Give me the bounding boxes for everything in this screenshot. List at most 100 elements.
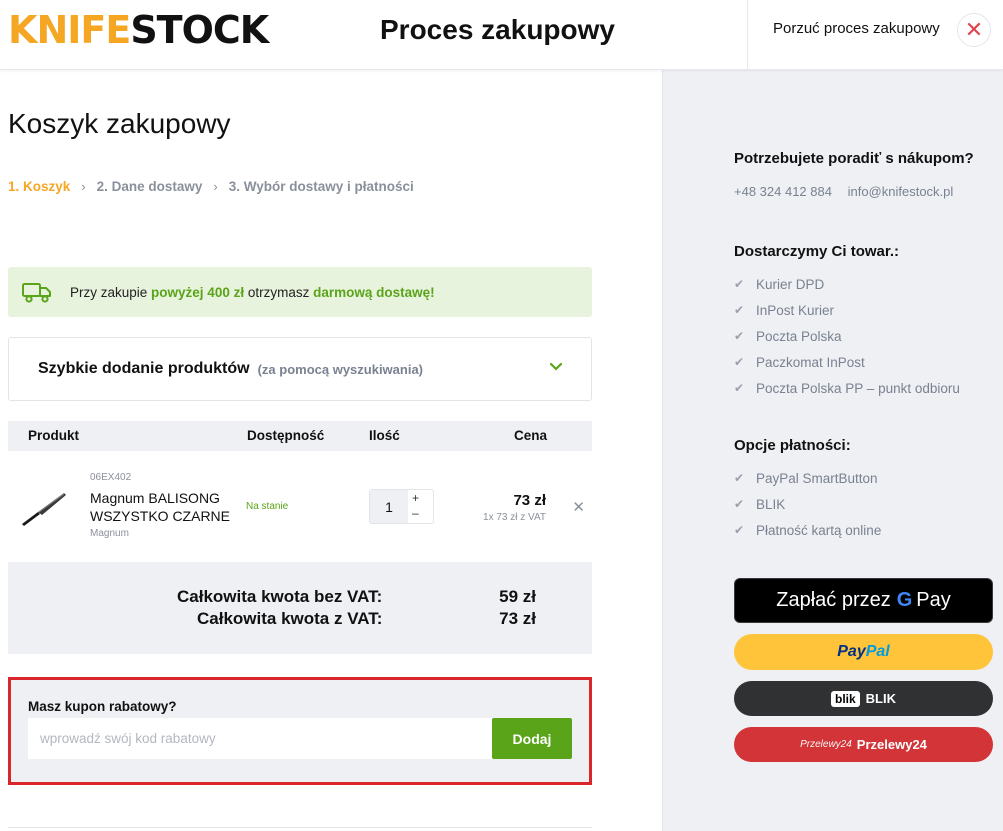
email-link[interactable]: info@knifestock.pl	[848, 184, 954, 199]
product-name-line-1: Magnum BALISONG	[90, 490, 220, 506]
delivery-option-label: InPost Kurier	[756, 302, 835, 318]
chevron-down-icon	[549, 359, 563, 377]
step-shipping-payment[interactable]: 3. Wybór dostawy i płatności	[229, 179, 414, 194]
check-icon: ✔	[734, 303, 745, 317]
quick-add-hint: (za pomocą wyszukiwania)	[257, 361, 424, 377]
header-title: Proces zakupowy	[380, 14, 615, 45]
list-item: ✔ Paczkomat InPost	[734, 349, 960, 375]
gpay-pay-text: Pay	[916, 589, 951, 611]
chevron-right-icon: ›	[81, 179, 86, 194]
step-cart[interactable]: 1. Koszyk	[8, 179, 70, 194]
close-icon[interactable]: ✕	[957, 13, 991, 47]
product-sku: 06EX402	[90, 472, 132, 483]
logo-stock-text: STOCK	[130, 8, 269, 52]
free-shipping-text: Przy zakupie powyżej 400 zł otrzymasz da…	[70, 285, 435, 300]
list-item: ✔ Płatność kartą online	[734, 517, 881, 543]
quantity-stepper[interactable]: 1 + –	[369, 489, 434, 524]
list-item: ✔ BLIK	[734, 491, 881, 517]
chevron-right-icon: ›	[213, 179, 218, 194]
column-availability: Dostępność	[247, 428, 325, 443]
free-shipping-threshold: powyżej 400 zł	[151, 284, 245, 300]
coupon-label: Masz kupon rabatowy?	[28, 699, 177, 714]
free-shipping-text-2: otrzymasz	[244, 284, 314, 300]
item-unit-price: 1x 73 zł z VAT	[483, 512, 546, 523]
cart-totals: Całkowita kwota bez VAT: 59 zł Całkowita…	[8, 562, 592, 654]
paypal-logo-pal: Pal	[865, 643, 890, 660]
step-delivery-data[interactable]: 2. Dane dostawy	[97, 179, 203, 194]
increase-quantity-button[interactable]: +	[412, 491, 419, 505]
product-image[interactable]	[18, 488, 68, 528]
checkout-steps: 1. Koszyk › 2. Dane dostawy › 3. Wybór d…	[8, 179, 414, 194]
truck-icon	[22, 283, 51, 303]
checkout-sidebar: Potrzebujete poradiť s nákupom? +48 324 …	[662, 70, 1003, 831]
apply-coupon-button[interactable]: Dodaj	[492, 718, 572, 759]
paypal-button[interactable]: Pay Pal	[734, 634, 993, 670]
delivery-option-label: Paczkomat InPost	[756, 354, 865, 370]
phone-link[interactable]: +48 324 412 884	[734, 184, 832, 199]
check-icon: ✔	[734, 381, 745, 395]
contact-info: +48 324 412 884 info@knifestock.pl	[734, 184, 965, 199]
przelewy24-button[interactable]: Przelewy24 Przelewy24	[734, 727, 993, 762]
free-shipping-highlight: darmową dostawę!	[313, 284, 435, 300]
column-quantity: Ilość	[369, 428, 400, 443]
abandon-checkout-link[interactable]: Porzuć proces zakupowy	[773, 20, 940, 37]
coupon-section: Masz kupon rabatowy? Dodaj	[8, 677, 592, 785]
blik-button[interactable]: blik BLIK	[734, 681, 993, 716]
blik-label: BLIK	[865, 691, 896, 706]
section-divider	[8, 827, 592, 828]
przelewy24-logo-icon: Przelewy24	[800, 739, 852, 750]
product-name-line-2: WSZYSTKO CZARNE	[90, 508, 231, 524]
list-item: ✔ Kurier DPD	[734, 271, 960, 297]
blik-logo-icon: blik	[830, 690, 860, 707]
gpay-label: Zapłać przez	[776, 589, 891, 611]
column-product: Produkt	[28, 428, 80, 443]
quick-add-title: Szybkie dodanie produktów	[38, 360, 250, 377]
check-icon: ✔	[734, 523, 745, 537]
quick-add-products-toggle[interactable]: Szybkie dodanie produktów (za pomocą wys…	[8, 337, 592, 401]
free-shipping-text-1: Przy zakupie	[70, 284, 152, 300]
check-icon: ✔	[734, 355, 745, 369]
przelewy24-label: Przelewy24	[856, 737, 927, 752]
delivery-option-label: Poczta Polska	[756, 328, 842, 344]
list-item: ✔ Poczta Polska	[734, 323, 960, 349]
total-net-label: Całkowita kwota bez VAT:	[177, 587, 383, 606]
delivery-option-label: Kurier DPD	[756, 276, 825, 292]
decrease-quantity-button[interactable]: –	[412, 506, 419, 520]
payment-option-label: Płatność kartą online	[756, 522, 882, 538]
list-item: ✔ Poczta Polska PP – punkt odbioru	[734, 375, 960, 401]
list-item: ✔ PayPal SmartButton	[734, 465, 881, 491]
column-price: Cena	[514, 428, 548, 443]
page-title: Koszyk zakupowy	[8, 108, 231, 139]
cart-table-header: Produkt Dostępność Ilość Cena	[8, 421, 592, 451]
total-gross-label: Całkowita kwota z VAT:	[197, 609, 383, 628]
delivery-heading: Dostarczymy Ci towar.:	[734, 243, 900, 260]
product-name-link[interactable]: Magnum BALISONG WSZYSTKO CZARNE	[90, 489, 240, 525]
knifestock-logo[interactable]: KNIFESTOCK	[8, 8, 269, 52]
google-pay-button[interactable]: Zapłać przez G Pay	[734, 578, 993, 623]
free-shipping-banner: Przy zakupie powyżej 400 zł otrzymasz da…	[8, 267, 592, 317]
list-item: ✔ InPost Kurier	[734, 297, 960, 323]
header-divider	[747, 0, 748, 70]
paypal-logo-pay: Pay	[837, 643, 866, 660]
total-net-value: 59 zł	[499, 587, 536, 606]
google-g-icon: G	[897, 589, 913, 612]
delivery-options-list: ✔ Kurier DPD ✔ InPost Kurier ✔ Poczta Polsk…	[734, 271, 960, 401]
logo-knife-text: KNIFE	[8, 8, 131, 52]
help-heading: Potrzebujete poradiť s nákupom?	[734, 150, 974, 167]
item-price: 73 zł	[513, 492, 546, 509]
product-brand: Magnum	[90, 528, 129, 539]
coupon-code-input[interactable]	[28, 718, 492, 759]
cart-item-row: 06EX402 Magnum BALISONG WSZYSTKO CZARNE …	[8, 456, 592, 560]
google-g-letter: G	[896, 589, 913, 611]
check-icon: ✔	[734, 329, 745, 343]
top-header: KNIFESTOCK Proces zakupowy Porzuć proces…	[0, 0, 1003, 70]
delivery-option-label: Poczta Polska PP – punkt odbioru	[756, 380, 960, 396]
check-icon: ✔	[734, 497, 745, 511]
quantity-value[interactable]: 1	[370, 490, 408, 523]
payment-options-list: ✔ PayPal SmartButton ✔ BLIK ✔ Płatność kart…	[734, 465, 881, 543]
payment-option-label: PayPal SmartButton	[756, 470, 878, 486]
check-icon: ✔	[734, 471, 745, 485]
remove-item-icon[interactable]: ✕	[572, 498, 585, 516]
availability-status: Na stanie	[246, 501, 289, 512]
payment-heading: Opcje płatności:	[734, 437, 851, 454]
